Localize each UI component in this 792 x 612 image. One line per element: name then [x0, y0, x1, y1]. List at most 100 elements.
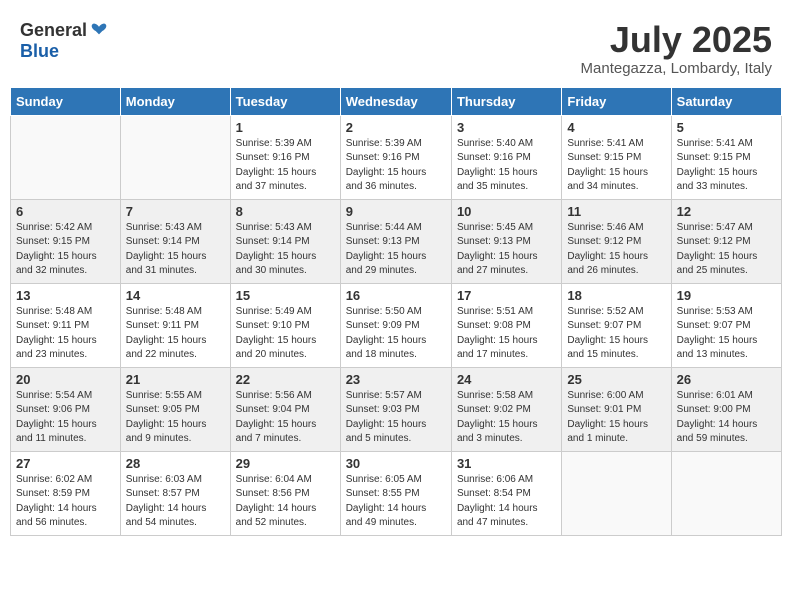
day-of-week-header: Friday: [562, 87, 671, 115]
calendar-day-cell: 3 Sunrise: 5:40 AM Sunset: 9:16 PM Daylig…: [451, 115, 561, 199]
logo-general-text: General: [20, 20, 87, 41]
day-info: Sunrise: 5:47 AM Sunset: 9:12 PM Dayligh…: [677, 221, 776, 279]
day-of-week-header: Saturday: [671, 87, 781, 115]
day-number: 18: [567, 288, 665, 303]
calendar-day-cell: 15 Sunrise: 5:49 AM Sunset: 9:10 PM Dayli…: [230, 283, 340, 367]
day-number: 5: [677, 120, 776, 135]
day-info: Sunrise: 5:50 AM Sunset: 9:09 PM Dayligh…: [346, 305, 446, 363]
calendar-week-row: 20 Sunrise: 5:54 AM Sunset: 9:06 PM Dayli…: [11, 367, 782, 451]
day-number: 16: [346, 288, 446, 303]
calendar-day-cell: [562, 451, 671, 535]
calendar-day-cell: 23Sunrise: 5:57 AM Sunset: 9:03 PM Dayli…: [340, 367, 451, 451]
calendar-week-row: 6 Sunrise: 5:42 AM Sunset: 9:15 PM Daylig…: [11, 199, 782, 283]
day-info: Sunrise: 6:03 AM Sunset: 8:57 PM Dayligh…: [126, 473, 225, 531]
day-of-week-header: Tuesday: [230, 87, 340, 115]
calendar-header-row: SundayMondayTuesdayWednesdayThursdayFrid…: [11, 87, 782, 115]
calendar-day-cell: 20 Sunrise: 5:54 AM Sunset: 9:06 PM Dayli…: [11, 367, 121, 451]
day-number: 4: [567, 120, 665, 135]
day-info: Sunrise: 5:48 AM Sunset: 9:11 PM Dayligh…: [16, 305, 115, 363]
calendar-day-cell: 28 Sunrise: 6:03 AM Sunset: 8:57 PM Dayli…: [120, 451, 230, 535]
day-number: 10: [457, 204, 556, 219]
calendar-day-cell: 10Sunrise: 5:45 AM Sunset: 9:13 PM Dayli…: [451, 199, 561, 283]
day-number: 2: [346, 120, 446, 135]
calendar-table: SundayMondayTuesdayWednesdayThursdayFrid…: [10, 87, 782, 536]
day-info: Sunrise: 6:02 AM Sunset: 8:59 PM Dayligh…: [16, 473, 115, 531]
day-info: Sunrise: 6:05 AM Sunset: 8:55 PM Dayligh…: [346, 473, 446, 531]
calendar-day-cell: [120, 115, 230, 199]
day-number: 6: [16, 204, 115, 219]
calendar-day-cell: 27 Sunrise: 6:02 AM Sunset: 8:59 PM Dayli…: [11, 451, 121, 535]
day-number: 7: [126, 204, 225, 219]
day-number: 9: [346, 204, 446, 219]
day-info: Sunrise: 6:01 AM Sunset: 9:00 PM Dayligh…: [677, 389, 776, 447]
day-info: Sunrise: 5:41 AM Sunset: 9:15 PM Dayligh…: [567, 137, 665, 195]
day-number: 12: [677, 204, 776, 219]
day-number: 17: [457, 288, 556, 303]
calendar-day-cell: 12 Sunrise: 5:47 AM Sunset: 9:12 PM Dayli…: [671, 199, 781, 283]
day-info: Sunrise: 5:55 AM Sunset: 9:05 PM Dayligh…: [126, 389, 225, 447]
calendar-day-cell: [11, 115, 121, 199]
day-number: 22: [236, 372, 335, 387]
title-block: July 2025 Mantegazza, Lombardy, Italy: [581, 20, 772, 77]
day-number: 15: [236, 288, 335, 303]
day-info: Sunrise: 5:58 AM Sunset: 9:02 PM Dayligh…: [457, 389, 556, 447]
calendar-day-cell: 18 Sunrise: 5:52 AM Sunset: 9:07 PM Dayli…: [562, 283, 671, 367]
day-number: 14: [126, 288, 225, 303]
calendar-day-cell: 29 Sunrise: 6:04 AM Sunset: 8:56 PM Dayli…: [230, 451, 340, 535]
calendar-day-cell: 9 Sunrise: 5:44 AM Sunset: 9:13 PM Daylig…: [340, 199, 451, 283]
day-info: Sunrise: 5:46 AM Sunset: 9:12 PM Dayligh…: [567, 221, 665, 279]
calendar-day-cell: 7Sunrise: 5:43 AM Sunset: 9:14 PM Daylig…: [120, 199, 230, 283]
day-number: 3: [457, 120, 556, 135]
calendar-day-cell: 26Sunrise: 6:01 AM Sunset: 9:00 PM Dayli…: [671, 367, 781, 451]
calendar-day-cell: 19Sunrise: 5:53 AM Sunset: 9:07 PM Dayli…: [671, 283, 781, 367]
day-info: Sunrise: 5:51 AM Sunset: 9:08 PM Dayligh…: [457, 305, 556, 363]
day-info: Sunrise: 5:41 AM Sunset: 9:15 PM Dayligh…: [677, 137, 776, 195]
day-info: Sunrise: 5:49 AM Sunset: 9:10 PM Dayligh…: [236, 305, 335, 363]
calendar-day-cell: 2 Sunrise: 5:39 AM Sunset: 9:16 PM Daylig…: [340, 115, 451, 199]
calendar-day-cell: 16 Sunrise: 5:50 AM Sunset: 9:09 PM Dayli…: [340, 283, 451, 367]
calendar-day-cell: 21 Sunrise: 5:55 AM Sunset: 9:05 PM Dayli…: [120, 367, 230, 451]
day-of-week-header: Monday: [120, 87, 230, 115]
calendar-day-cell: 24 Sunrise: 5:58 AM Sunset: 9:02 PM Dayli…: [451, 367, 561, 451]
calendar-week-row: 27 Sunrise: 6:02 AM Sunset: 8:59 PM Dayli…: [11, 451, 782, 535]
day-info: Sunrise: 5:42 AM Sunset: 9:15 PM Dayligh…: [16, 221, 115, 279]
day-of-week-header: Thursday: [451, 87, 561, 115]
calendar-day-cell: 11 Sunrise: 5:46 AM Sunset: 9:12 PM Dayli…: [562, 199, 671, 283]
calendar-day-cell: 8 Sunrise: 5:43 AM Sunset: 9:14 PM Daylig…: [230, 199, 340, 283]
day-info: Sunrise: 5:53 AM Sunset: 9:07 PM Dayligh…: [677, 305, 776, 363]
day-of-week-header: Wednesday: [340, 87, 451, 115]
logo: General Blue: [20, 20, 109, 62]
day-info: Sunrise: 5:54 AM Sunset: 9:06 PM Dayligh…: [16, 389, 115, 447]
day-number: 31: [457, 456, 556, 471]
calendar-day-cell: 6 Sunrise: 5:42 AM Sunset: 9:15 PM Daylig…: [11, 199, 121, 283]
day-number: 27: [16, 456, 115, 471]
day-number: 28: [126, 456, 225, 471]
calendar-day-cell: 14 Sunrise: 5:48 AM Sunset: 9:11 PM Dayli…: [120, 283, 230, 367]
calendar-week-row: 1 Sunrise: 5:39 AM Sunset: 9:16 PM Daylig…: [11, 115, 782, 199]
day-number: 30: [346, 456, 446, 471]
day-info: Sunrise: 5:40 AM Sunset: 9:16 PM Dayligh…: [457, 137, 556, 195]
day-info: Sunrise: 6:04 AM Sunset: 8:56 PM Dayligh…: [236, 473, 335, 531]
day-info: Sunrise: 6:06 AM Sunset: 8:54 PM Dayligh…: [457, 473, 556, 531]
logo-blue-text: Blue: [20, 41, 59, 61]
day-number: 21: [126, 372, 225, 387]
day-number: 8: [236, 204, 335, 219]
day-info: Sunrise: 5:43 AM Sunset: 9:14 PM Dayligh…: [236, 221, 335, 279]
page-header: General Blue July 2025 Mantegazza, Lomba…: [10, 10, 782, 82]
day-number: 24: [457, 372, 556, 387]
day-info: Sunrise: 6:00 AM Sunset: 9:01 PM Dayligh…: [567, 389, 665, 447]
calendar-day-cell: 5 Sunrise: 5:41 AM Sunset: 9:15 PM Daylig…: [671, 115, 781, 199]
day-number: 20: [16, 372, 115, 387]
day-number: 1: [236, 120, 335, 135]
calendar-day-cell: 1Sunrise: 5:39 AM Sunset: 9:16 PM Daylig…: [230, 115, 340, 199]
day-info: Sunrise: 5:56 AM Sunset: 9:04 PM Dayligh…: [236, 389, 335, 447]
day-number: 29: [236, 456, 335, 471]
day-info: Sunrise: 5:52 AM Sunset: 9:07 PM Dayligh…: [567, 305, 665, 363]
location-subtitle: Mantegazza, Lombardy, Italy: [581, 60, 772, 77]
day-info: Sunrise: 5:44 AM Sunset: 9:13 PM Dayligh…: [346, 221, 446, 279]
day-info: Sunrise: 5:39 AM Sunset: 9:16 PM Dayligh…: [346, 137, 446, 195]
calendar-day-cell: [671, 451, 781, 535]
day-info: Sunrise: 5:48 AM Sunset: 9:11 PM Dayligh…: [126, 305, 225, 363]
day-number: 11: [567, 204, 665, 219]
calendar-day-cell: 17 Sunrise: 5:51 AM Sunset: 9:08 PM Dayli…: [451, 283, 561, 367]
